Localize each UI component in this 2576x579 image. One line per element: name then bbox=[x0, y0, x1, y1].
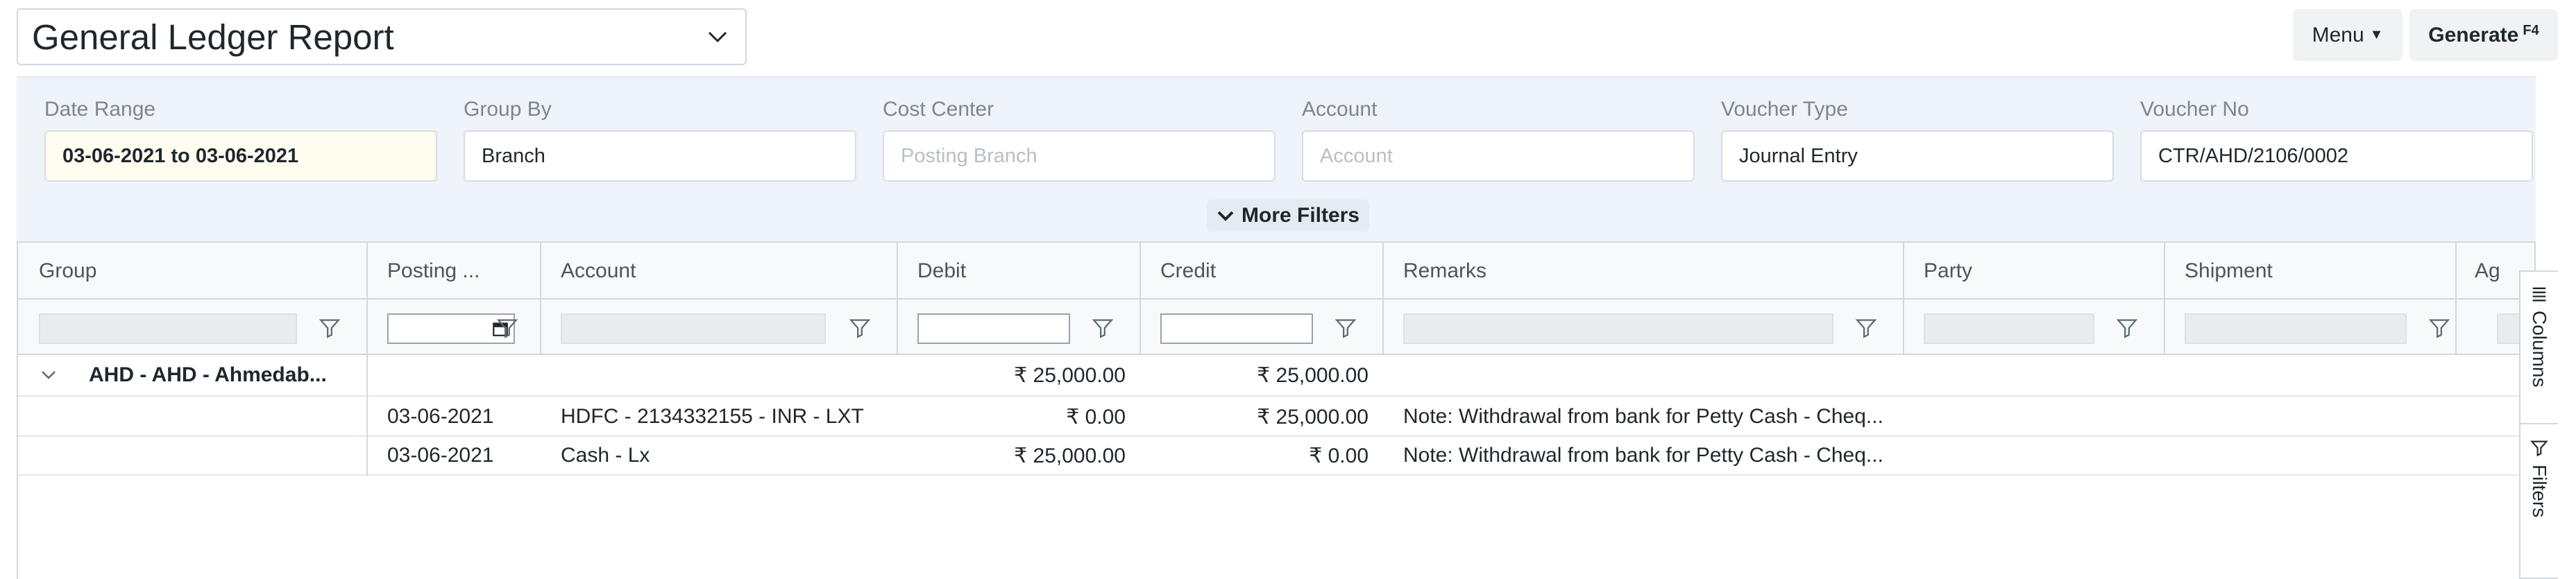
posting-date-cell: 03-06-2021 bbox=[387, 405, 494, 428]
columns-icon bbox=[2532, 287, 2546, 302]
report-selector[interactable]: General Ledger Report bbox=[17, 8, 747, 65]
remarks-filter-input[interactable] bbox=[1403, 313, 1833, 344]
group-filter-input[interactable] bbox=[39, 313, 297, 344]
voucher-no-label: Voucher No bbox=[2140, 98, 2249, 121]
column-header-debit[interactable]: Debit bbox=[917, 243, 1126, 300]
chevron-down-icon bbox=[1217, 204, 1235, 227]
columns-tab-label: Columns bbox=[2529, 311, 2550, 388]
account-label: Account bbox=[1302, 98, 1378, 121]
voucher-type-label: Voucher Type bbox=[1721, 98, 1848, 121]
column-header-remarks[interactable]: Remarks bbox=[1403, 243, 1889, 300]
account-input[interactable]: Account bbox=[1302, 130, 1695, 182]
column-divider[interactable] bbox=[366, 243, 368, 476]
voucher-type-field: Voucher Type Journal Entry bbox=[1721, 96, 2114, 182]
column-divider[interactable] bbox=[1903, 243, 1904, 355]
date-range-input[interactable]: 03-06-2021 to 03-06-2021 bbox=[44, 130, 437, 182]
cost-center-input[interactable]: Posting Branch bbox=[883, 130, 1276, 182]
columns-tab[interactable]: Columns bbox=[2520, 284, 2558, 387]
account-filter-input[interactable] bbox=[561, 313, 826, 344]
credit-filter-input[interactable] bbox=[1160, 313, 1313, 344]
posting-date-cell: 03-06-2021 bbox=[387, 444, 494, 467]
date-range-label: Date Range bbox=[44, 98, 156, 121]
chevron-down-icon bbox=[704, 23, 731, 51]
debit-cell: ₹ 0.00 bbox=[1066, 406, 1126, 429]
filter-icon[interactable] bbox=[318, 316, 341, 340]
filter-icon[interactable] bbox=[1854, 316, 1878, 340]
voucher-type-input[interactable]: Journal Entry bbox=[1721, 130, 2114, 182]
table-row[interactable]: 03-06-2021 Cash - Lx ₹ 25,000.00 ₹ 0.00 … bbox=[18, 437, 2534, 476]
caret-down-icon: ▼ bbox=[2369, 27, 2384, 42]
filter-icon[interactable] bbox=[2427, 316, 2451, 340]
generate-button[interactable]: Generate F4 bbox=[2409, 9, 2558, 61]
filter-icon bbox=[2530, 440, 2548, 457]
table-row[interactable]: 03-06-2021 HDFC - 2134332155 - INR - LXT… bbox=[18, 397, 2534, 437]
voucher-no-field: Voucher No CTR/AHD/2106/0002 bbox=[2140, 96, 2533, 182]
grid-header-row: Group Posting ... Account Debit Credit R… bbox=[18, 243, 2534, 300]
column-divider[interactable] bbox=[2455, 243, 2457, 355]
group-label: AHD - AHD - Ahmedab... bbox=[89, 363, 327, 386]
more-filters-label: More Filters bbox=[1242, 204, 1360, 227]
tab-divider bbox=[2520, 423, 2558, 424]
cost-center-field: Cost Center Posting Branch bbox=[883, 96, 1276, 182]
debit-cell: ₹ 25,000.00 bbox=[1014, 444, 1126, 467]
menu-button[interactable]: Menu ▼ bbox=[2293, 9, 2403, 61]
account-cell: HDFC - 2134332155 - INR - LXT bbox=[561, 405, 864, 428]
generate-button-label: Generate bbox=[2428, 23, 2519, 46]
menu-button-label: Menu bbox=[2312, 23, 2364, 46]
filter-icon[interactable] bbox=[1091, 316, 1115, 340]
column-divider[interactable] bbox=[897, 243, 898, 355]
generate-shortcut: F4 bbox=[2523, 23, 2539, 38]
chevron-down-icon[interactable] bbox=[40, 369, 57, 381]
filters-tab[interactable]: Filters bbox=[2520, 438, 2558, 517]
cost-center-label: Cost Center bbox=[883, 98, 994, 121]
column-header-ag[interactable]: Ag bbox=[2475, 243, 2516, 300]
more-filters-button[interactable]: More Filters bbox=[1207, 200, 1370, 232]
column-header-shipment[interactable]: Shipment bbox=[2185, 243, 2448, 300]
side-tool-panel: Columns Filters bbox=[2519, 270, 2558, 579]
credit-cell: ₹ 0.00 bbox=[1309, 444, 1368, 467]
ledger-grid: Group Posting ... Account Debit Credit R… bbox=[17, 241, 2536, 579]
credit-cell: ₹ 25,000.00 bbox=[1257, 406, 1368, 429]
group-row[interactable]: AHD - AHD - Ahmedab... ₹ 25,000.00 ₹ 25,… bbox=[18, 355, 2534, 397]
column-divider[interactable] bbox=[540, 243, 541, 355]
group-credit-total: ₹ 25,000.00 bbox=[1257, 364, 1368, 387]
filter-area: Date Range 03-06-2021 to 03-06-2021 Grou… bbox=[17, 76, 2536, 243]
column-header-posting-date[interactable]: Posting ... bbox=[387, 243, 540, 300]
report-title: General Ledger Report bbox=[32, 17, 394, 57]
remarks-cell: Note: Withdrawal from bank for Petty Cas… bbox=[1403, 405, 1883, 428]
filter-icon[interactable] bbox=[495, 316, 519, 340]
group-debit-total: ₹ 25,000.00 bbox=[1014, 364, 1126, 387]
debit-filter-input[interactable] bbox=[917, 313, 1070, 344]
column-header-party[interactable]: Party bbox=[1924, 243, 2146, 300]
group-by-select[interactable]: Branch bbox=[464, 130, 856, 182]
grid-filter-row bbox=[18, 300, 2534, 355]
group-by-label: Group By bbox=[464, 98, 552, 121]
column-header-group[interactable]: Group bbox=[39, 243, 358, 300]
filters-tab-label: Filters bbox=[2529, 465, 2550, 518]
filter-icon[interactable] bbox=[2115, 316, 2139, 340]
filter-icon[interactable] bbox=[848, 316, 872, 340]
column-divider[interactable] bbox=[1139, 243, 1141, 355]
account-field: Account Account bbox=[1302, 96, 1695, 182]
voucher-no-input[interactable]: CTR/AHD/2106/0002 bbox=[2140, 130, 2533, 182]
filter-icon[interactable] bbox=[1334, 316, 1357, 340]
party-filter-input[interactable] bbox=[1924, 313, 2094, 344]
column-divider[interactable] bbox=[1382, 243, 1384, 355]
group-by-field: Group By Branch bbox=[464, 96, 856, 182]
column-header-account[interactable]: Account bbox=[561, 243, 894, 300]
date-range-field: Date Range 03-06-2021 to 03-06-2021 bbox=[44, 96, 437, 182]
account-cell: Cash - Lx bbox=[561, 444, 650, 467]
column-header-credit[interactable]: Credit bbox=[1160, 243, 1368, 300]
shipment-filter-input[interactable] bbox=[2185, 313, 2407, 344]
column-divider[interactable] bbox=[2164, 243, 2165, 355]
remarks-cell: Note: Withdrawal from bank for Petty Cas… bbox=[1403, 444, 1883, 467]
